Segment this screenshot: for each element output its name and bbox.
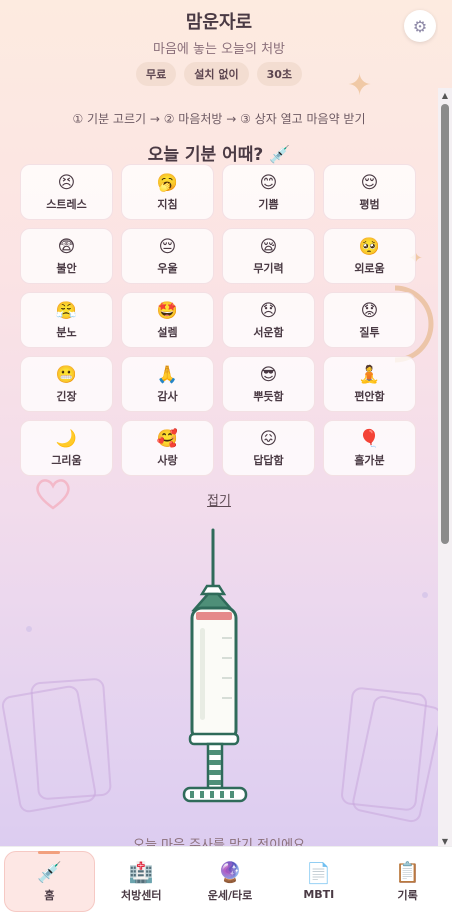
mood-label: 지침 <box>157 197 178 211</box>
mood-label: 분노 <box>56 325 77 339</box>
steps-guide: ① 기분 고르기 → ② 마음처방 → ③ 상자 열고 마음약 받기 <box>72 112 366 126</box>
stress-face-icon: 😣 <box>57 172 76 193</box>
dot-decoration <box>422 592 428 598</box>
mood-label: 뿌듯함 <box>253 389 284 403</box>
mood-button-calm[interactable]: 🧘 편안함 <box>323 356 416 412</box>
mood-button-depressed[interactable]: 😔 우울 <box>121 228 214 284</box>
mood-button-jealous[interactable]: 😟 질투 <box>323 292 416 348</box>
nav-home[interactable]: 💉 홈 <box>4 851 95 912</box>
chip-no-install: 설치 없이 <box>184 62 249 86</box>
mood-button-lethargy[interactable]: 😪 무기력 <box>222 228 315 284</box>
bottom-nav: 💉 홈 🏥 처방센터 🔮 운세/타로 📄 MBTI 📋 기록 <box>0 846 452 916</box>
nav-prescription-center[interactable]: 🏥 처방센터 <box>97 847 186 916</box>
hospital-icon: 🏥 <box>128 859 154 884</box>
praying-hands-icon: 🙏 <box>156 364 179 385</box>
mood-button-longing[interactable]: 🌙 그리움 <box>20 420 113 476</box>
settings-button[interactable]: ⚙ <box>404 10 436 42</box>
fearful-face-icon: 😨 <box>57 236 76 257</box>
mood-label: 무기력 <box>253 261 284 275</box>
mood-button-anxiety[interactable]: 😨 불안 <box>20 228 113 284</box>
sleepy-face-icon: 😪 <box>259 236 278 257</box>
injection-status-text: 오늘 마음 주사를 맞기 전이에요 <box>132 838 305 846</box>
scrollbar-thumb[interactable] <box>441 104 449 544</box>
mood-button-anger[interactable]: 😤 분노 <box>20 292 113 348</box>
mood-label: 홀가분 <box>354 453 385 467</box>
mood-label: 불안 <box>56 261 77 275</box>
mood-label: 기쁨 <box>258 197 279 211</box>
crescent-moon-icon: 🌙 <box>55 428 78 449</box>
chip-free: 무료 <box>136 62 177 86</box>
nav-label: 운세/타로 <box>207 888 253 902</box>
syringe-illustration[interactable] <box>180 528 258 808</box>
mood-button-lonely[interactable]: 🥺 외로움 <box>323 228 416 284</box>
scroll-up-arrow-icon[interactable]: ▲ <box>438 88 452 102</box>
mood-label: 긴장 <box>56 389 77 403</box>
clipboard-icon: 📋 <box>395 859 421 884</box>
pensive-face-icon: 😔 <box>158 236 177 257</box>
mood-button-proud[interactable]: 😎 뿌듯함 <box>222 356 315 412</box>
mood-button-excited[interactable]: 🤩 설렘 <box>121 292 214 348</box>
mood-label: 평범 <box>359 197 380 211</box>
collapse-link[interactable]: 접기 <box>0 490 438 509</box>
mood-label: 외로움 <box>354 261 385 275</box>
mood-button-stress[interactable]: 😣 스트레스 <box>20 164 113 220</box>
chip-30sec: 30초 <box>256 62 302 86</box>
scrollbar[interactable]: ▲ ▼ <box>438 88 452 848</box>
balloon-icon: 🎈 <box>358 428 381 449</box>
mood-button-normal[interactable]: 😌 평범 <box>323 164 416 220</box>
mood-button-love[interactable]: 🥰 사랑 <box>121 420 214 476</box>
document-icon: 📄 <box>306 861 332 885</box>
mood-button-nervous[interactable]: 😬 긴장 <box>20 356 113 412</box>
mood-button-frustrated[interactable]: 😖 답답함 <box>222 420 315 476</box>
mood-button-gratitude[interactable]: 🙏 감사 <box>121 356 214 412</box>
smiling-hearts-face-icon: 🥰 <box>156 428 179 449</box>
mood-button-joy[interactable]: 😊 기쁨 <box>222 164 315 220</box>
mood-label: 설렘 <box>157 325 178 339</box>
disappointed-face-icon: 😞 <box>259 300 278 321</box>
crystal-ball-icon: 🔮 <box>217 859 243 884</box>
mood-label: 편안함 <box>354 389 385 403</box>
nav-label: 홈 <box>44 888 55 902</box>
mood-label: 답답함 <box>253 453 284 467</box>
worried-face-icon: 😟 <box>360 300 379 321</box>
mood-label: 스트레스 <box>46 197 87 211</box>
mood-label: 그리움 <box>51 453 82 467</box>
mood-label: 우울 <box>157 261 178 275</box>
mood-grid: 😣 스트레스 🥱 지침 😊 기쁨 😌 평범 😨 불안 😔 우울 😪 무기력 🥺 외로움 😤 분노 … <box>20 164 418 476</box>
mood-button-tired[interactable]: 🥱 지침 <box>121 164 214 220</box>
feature-chips: 무료 설치 없이 30초 <box>0 62 438 86</box>
mood-label: 감사 <box>157 389 178 403</box>
mood-question: 오늘 기분 어때? 💉 <box>147 145 291 165</box>
tarot-card-decoration <box>29 677 113 801</box>
nav-label: 기록 <box>397 888 418 902</box>
smiling-face-icon: 😊 <box>259 172 278 193</box>
mood-label: 사랑 <box>157 453 178 467</box>
main-scroll-area: ✦ ✦ 맘운자로 마음에 놓는 오늘의 처방 무료 설치 없이 30초 ⚙ ① … <box>0 0 438 846</box>
pleading-face-icon: 🥺 <box>358 236 381 257</box>
nav-fortune-tarot[interactable]: 🔮 운세/타로 <box>186 847 275 916</box>
mood-label: 질투 <box>359 325 380 339</box>
dot-decoration <box>26 626 32 632</box>
app-title: 맘운자로 <box>185 12 253 33</box>
nav-label: 처방센터 <box>120 888 162 902</box>
nav-records[interactable]: 📋 기록 <box>363 847 452 916</box>
meditation-icon: 🧘 <box>358 364 381 385</box>
gear-icon: ⚙ <box>412 16 428 36</box>
star-struck-face-icon: 🤩 <box>156 300 179 321</box>
relieved-face-icon: 😌 <box>360 172 379 193</box>
steaming-face-icon: 😤 <box>55 300 78 321</box>
mood-button-hurt[interactable]: 😞 서운함 <box>222 292 315 348</box>
syringe-icon: 💉 <box>36 859 62 884</box>
mood-label: 서운함 <box>253 325 284 339</box>
app-subtitle: 마음에 놓는 오늘의 처방 <box>153 42 285 57</box>
grimacing-face-icon: 😬 <box>55 364 78 385</box>
sunglasses-face-icon: 😎 <box>259 364 278 385</box>
nav-mbti[interactable]: 📄 MBTI <box>274 847 363 916</box>
yawning-face-icon: 🥱 <box>156 172 179 193</box>
mood-button-relieved[interactable]: 🎈 홀가분 <box>323 420 416 476</box>
confounded-face-icon: 😖 <box>259 428 278 449</box>
nav-label: MBTI <box>303 888 335 901</box>
